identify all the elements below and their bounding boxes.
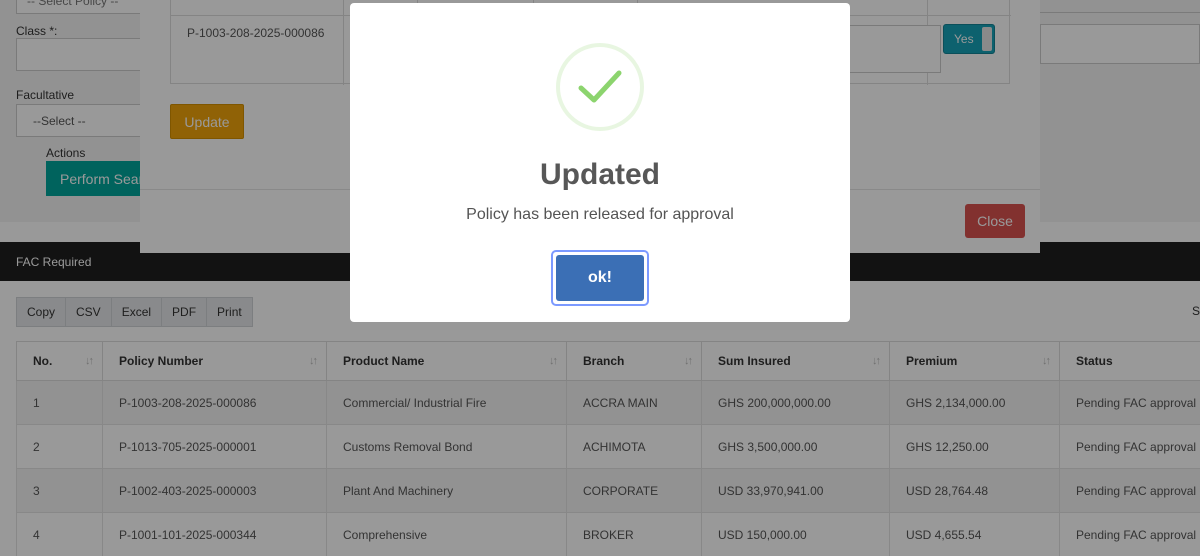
success-alert: Updated Policy has been released for app… bbox=[350, 3, 850, 322]
ok-focus-ring: ok! bbox=[551, 250, 649, 306]
alert-title: Updated bbox=[540, 158, 660, 191]
success-icon-ring bbox=[556, 43, 644, 131]
success-check-icon bbox=[578, 70, 622, 103]
alert-message: Policy has been released for approval bbox=[466, 206, 734, 223]
ok-button[interactable]: ok! bbox=[556, 255, 644, 301]
